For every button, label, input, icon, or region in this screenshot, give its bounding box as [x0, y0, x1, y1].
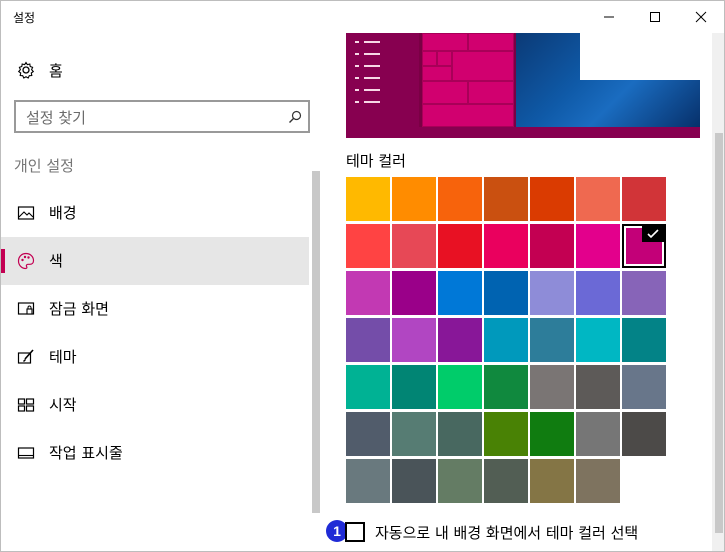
color-swatch[interactable]	[622, 177, 666, 221]
color-swatch[interactable]	[346, 177, 390, 221]
navigation-scrollbar[interactable]	[312, 171, 320, 513]
window-title: 설정	[13, 11, 36, 25]
color-swatch[interactable]	[530, 318, 574, 362]
sidebar-item-label: 잠금 화면	[49, 300, 109, 318]
color-swatch[interactable]	[392, 365, 436, 409]
sidebar-item-label: 배경	[49, 204, 77, 222]
color-swatch[interactable]	[530, 177, 574, 221]
sidebar-item-label: 색	[49, 252, 63, 270]
color-swatch[interactable]	[438, 412, 482, 456]
color-swatch[interactable]	[438, 318, 482, 362]
sidebar-item-color[interactable]: 색	[1, 237, 309, 285]
color-swatch[interactable]	[530, 365, 574, 409]
color-settings-pane: 테마 컬러 1 자동으로 내 배경 화면에서 테마 컬러 선택	[323, 33, 724, 551]
section-title: 개인 설정	[14, 157, 74, 175]
color-swatch[interactable]	[576, 365, 620, 409]
search-icon	[289, 110, 302, 123]
close-icon	[695, 11, 707, 23]
sidebar-item-label: 시작	[49, 396, 77, 414]
preview-tiles	[422, 33, 514, 127]
color-swatch[interactable]	[484, 318, 528, 362]
theme-color-heading: 테마 컬러	[346, 152, 406, 170]
auto-pick-color-option[interactable]: 1 자동으로 내 배경 화면에서 테마 컬러 선택	[323, 518, 723, 544]
minimize-button[interactable]	[586, 1, 632, 33]
color-swatch[interactable]	[346, 318, 390, 362]
picture-icon	[17, 206, 35, 220]
preview-start-menu	[346, 33, 419, 127]
lock-screen-icon	[17, 302, 35, 315]
color-swatch[interactable]	[392, 459, 436, 503]
palette-icon	[17, 252, 35, 270]
color-swatch[interactable]	[392, 271, 436, 315]
sidebar-item-label: 작업 표시줄	[49, 444, 123, 462]
selection-indicator	[1, 249, 5, 273]
color-swatch[interactable]	[346, 365, 390, 409]
sidebar-item-label: 테마	[49, 348, 77, 366]
maximize-icon	[650, 12, 660, 22]
color-swatch[interactable]	[484, 412, 528, 456]
settings-search-input[interactable]: 설정 찾기	[14, 100, 310, 133]
auto-pick-checkbox[interactable]	[345, 522, 365, 542]
start-tiles-icon	[17, 398, 35, 412]
home-link[interactable]: 홈	[1, 53, 309, 85]
color-swatch[interactable]	[530, 459, 574, 503]
color-swatch[interactable]	[438, 177, 482, 221]
sidebar-item-lock-screen[interactable]: 잠금 화면	[1, 285, 309, 333]
theme-brush-icon	[17, 349, 34, 364]
color-swatch[interactable]	[438, 459, 482, 503]
color-swatch[interactable]	[622, 412, 666, 456]
color-swatch[interactable]	[438, 365, 482, 409]
color-swatch[interactable]	[576, 412, 620, 456]
minimize-icon	[604, 16, 614, 18]
color-swatch[interactable]	[622, 271, 666, 315]
color-swatch[interactable]	[484, 177, 528, 221]
color-swatch[interactable]	[576, 177, 620, 221]
color-swatch[interactable]	[346, 412, 390, 456]
color-swatch[interactable]	[346, 271, 390, 315]
auto-pick-label: 자동으로 내 배경 화면에서 테마 컬러 선택	[375, 524, 639, 542]
close-button[interactable]	[678, 1, 724, 33]
taskbar-icon	[17, 447, 35, 459]
sidebar-item-taskbar[interactable]: 작업 표시줄	[1, 429, 309, 477]
color-swatch[interactable]	[484, 459, 528, 503]
sidebar-item-background[interactable]: 배경	[1, 189, 309, 237]
color-swatch[interactable]	[622, 318, 666, 362]
checkmark-icon	[642, 226, 664, 242]
title-bar: 설정	[1, 1, 724, 33]
color-swatch[interactable]	[530, 412, 574, 456]
content-scrollbar-thumb[interactable]	[715, 133, 723, 533]
color-swatch[interactable]	[392, 177, 436, 221]
color-swatch[interactable]	[576, 271, 620, 315]
color-swatch[interactable]	[438, 271, 482, 315]
home-label: 홈	[49, 62, 63, 80]
color-swatch[interactable]	[576, 318, 620, 362]
maximize-button[interactable]	[632, 1, 678, 33]
color-swatch[interactable]	[530, 224, 574, 268]
color-swatch[interactable]	[484, 271, 528, 315]
gear-icon	[17, 61, 35, 79]
color-swatch[interactable]	[392, 412, 436, 456]
color-swatch[interactable]	[530, 271, 574, 315]
color-swatch[interactable]	[392, 224, 436, 268]
color-swatch[interactable]	[484, 365, 528, 409]
color-swatch[interactable]	[346, 459, 390, 503]
settings-window: 설정 홈 설정 찾기 개인 설정 배경 색 잠금 화면 테마 시작 작업 표시줄…	[0, 0, 725, 552]
color-swatch[interactable]	[438, 224, 482, 268]
preview-taskbar	[346, 127, 700, 138]
search-placeholder: 설정 찾기	[26, 109, 86, 127]
color-swatch[interactable]	[392, 318, 436, 362]
color-swatch[interactable]	[622, 224, 666, 268]
color-swatch[interactable]	[622, 365, 666, 409]
color-swatch[interactable]	[576, 224, 620, 268]
sidebar-item-themes[interactable]: 테마	[1, 333, 309, 381]
content-scrollbar[interactable]	[712, 33, 724, 551]
color-swatch[interactable]	[576, 459, 620, 503]
theme-preview	[346, 33, 700, 138]
color-swatch[interactable]	[484, 224, 528, 268]
navigation-pane: 홈 설정 찾기 개인 설정 배경 색 잠금 화면 테마 시작 작업 표시줄	[1, 33, 323, 551]
sidebar-item-start[interactable]: 시작	[1, 381, 309, 429]
color-swatch[interactable]	[346, 224, 390, 268]
